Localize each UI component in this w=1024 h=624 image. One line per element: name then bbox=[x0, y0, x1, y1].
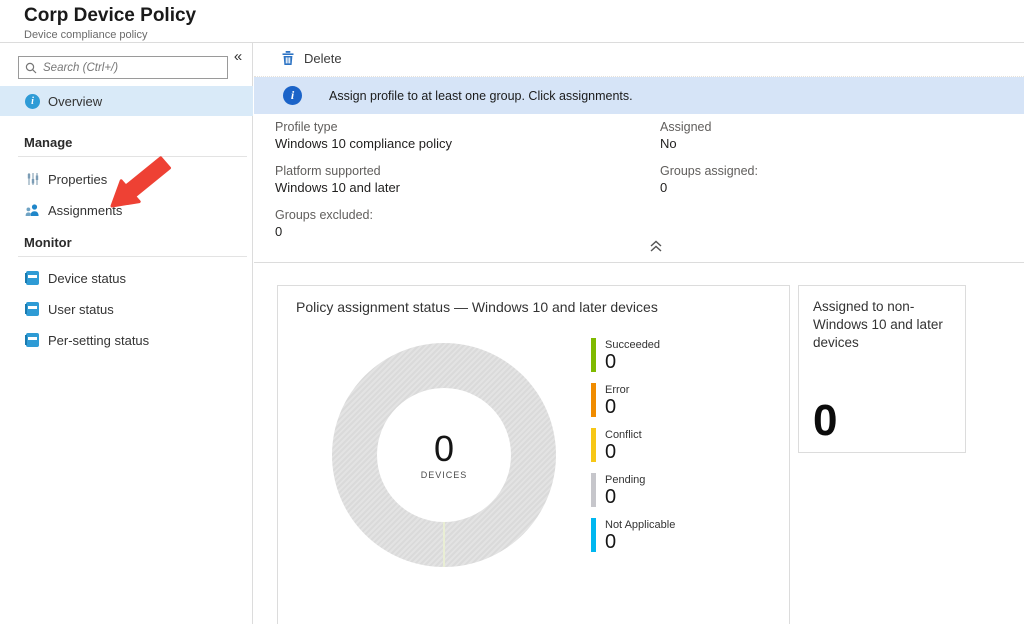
donut-zero-tick bbox=[443, 521, 445, 567]
notebook-icon bbox=[26, 271, 39, 285]
legend-item-not-applicable: Not Applicable 0 bbox=[591, 518, 675, 552]
sidebar-item-label: Overview bbox=[48, 94, 102, 109]
sliders-icon bbox=[26, 172, 40, 186]
main-content: Delete i Assign profile to at least one … bbox=[254, 43, 1024, 624]
collapse-details-chevron-icon[interactable] bbox=[648, 239, 664, 253]
page-subtitle: Device compliance policy bbox=[24, 29, 148, 41]
delete-button[interactable]: Delete bbox=[281, 50, 342, 66]
intune-policy-page: Corp Device Policy Device compliance pol… bbox=[0, 0, 1024, 624]
legend-item-conflict: Conflict 0 bbox=[591, 428, 675, 462]
divider bbox=[18, 256, 247, 257]
legend-color-bar bbox=[591, 473, 596, 507]
side-card-title: Assigned to non-Windows 10 and later dev… bbox=[813, 298, 953, 352]
sidebar-item-user-status[interactable]: User status bbox=[0, 294, 253, 324]
sidebar-item-device-status[interactable]: Device status bbox=[0, 263, 253, 293]
command-bar: Delete bbox=[254, 43, 1024, 77]
trash-icon bbox=[281, 50, 295, 66]
legend-color-bar bbox=[591, 338, 596, 372]
field-groups-excluded: Groups excluded: 0 bbox=[275, 207, 452, 240]
info-circle-icon: i bbox=[25, 94, 40, 109]
field-assigned: Assigned No bbox=[660, 119, 758, 152]
chart-legend: Succeeded 0 Error 0 Conflict 0 bbox=[591, 338, 675, 563]
divider bbox=[254, 262, 1024, 263]
page-title: Corp Device Policy bbox=[24, 5, 196, 27]
delete-button-label: Delete bbox=[304, 51, 342, 66]
sidebar-item-assignments[interactable]: Assignments bbox=[0, 195, 253, 225]
legend-color-bar bbox=[591, 383, 596, 417]
legend-color-bar bbox=[591, 428, 596, 462]
banner-text: Assign profile to at least one group. Cl… bbox=[329, 89, 633, 103]
legend-item-succeeded: Succeeded 0 bbox=[591, 338, 675, 372]
field-profile-type: Profile type Windows 10 compliance polic… bbox=[275, 119, 452, 152]
notebook-icon bbox=[26, 302, 39, 316]
sidebar-collapse-icon[interactable]: « bbox=[229, 48, 247, 66]
legend-item-error: Error 0 bbox=[591, 383, 675, 417]
divider bbox=[18, 156, 247, 157]
side-card-value: 0 bbox=[813, 398, 837, 444]
chart-title: Policy assignment status — Windows 10 an… bbox=[296, 299, 658, 315]
sidebar-item-label: User status bbox=[48, 302, 114, 317]
field-groups-assigned: Groups assigned: 0 bbox=[660, 163, 758, 196]
sidebar-section-monitor: Monitor bbox=[24, 235, 72, 250]
people-icon bbox=[25, 203, 40, 217]
sidebar-item-label: Device status bbox=[48, 271, 126, 286]
field-platform-supported: Platform supported Windows 10 and later bbox=[275, 163, 452, 196]
assignment-warning-banner[interactable]: i Assign profile to at least one group. … bbox=[254, 77, 1024, 114]
sidebar-section-manage: Manage bbox=[24, 135, 72, 150]
donut-chart: 0 DEVICES bbox=[332, 343, 556, 567]
sidebar-item-label: Properties bbox=[48, 172, 107, 187]
sidebar-item-label: Per-setting status bbox=[48, 333, 149, 348]
policy-assignment-status-card: Policy assignment status — Windows 10 an… bbox=[277, 285, 790, 624]
sidebar-item-properties[interactable]: Properties bbox=[0, 164, 253, 194]
search-box[interactable] bbox=[18, 56, 228, 79]
non-windows-devices-card: Assigned to non-Windows 10 and later dev… bbox=[798, 285, 966, 453]
search-icon bbox=[25, 62, 37, 74]
notebook-icon bbox=[26, 333, 39, 347]
donut-center-value: 0 bbox=[434, 430, 454, 468]
info-circle-icon: i bbox=[283, 86, 302, 105]
legend-color-bar bbox=[591, 518, 596, 552]
sidebar-item-per-setting-status[interactable]: Per-setting status bbox=[0, 325, 253, 355]
sidebar-item-label: Assignments bbox=[48, 203, 122, 218]
sidebar-item-overview[interactable]: i Overview bbox=[0, 86, 253, 116]
sidebar: « i Overview Manage bbox=[0, 43, 253, 624]
search-input[interactable] bbox=[43, 62, 221, 74]
donut-center-label: DEVICES bbox=[421, 470, 468, 480]
legend-item-pending: Pending 0 bbox=[591, 473, 675, 507]
page-header: Corp Device Policy Device compliance pol… bbox=[0, 0, 1024, 43]
